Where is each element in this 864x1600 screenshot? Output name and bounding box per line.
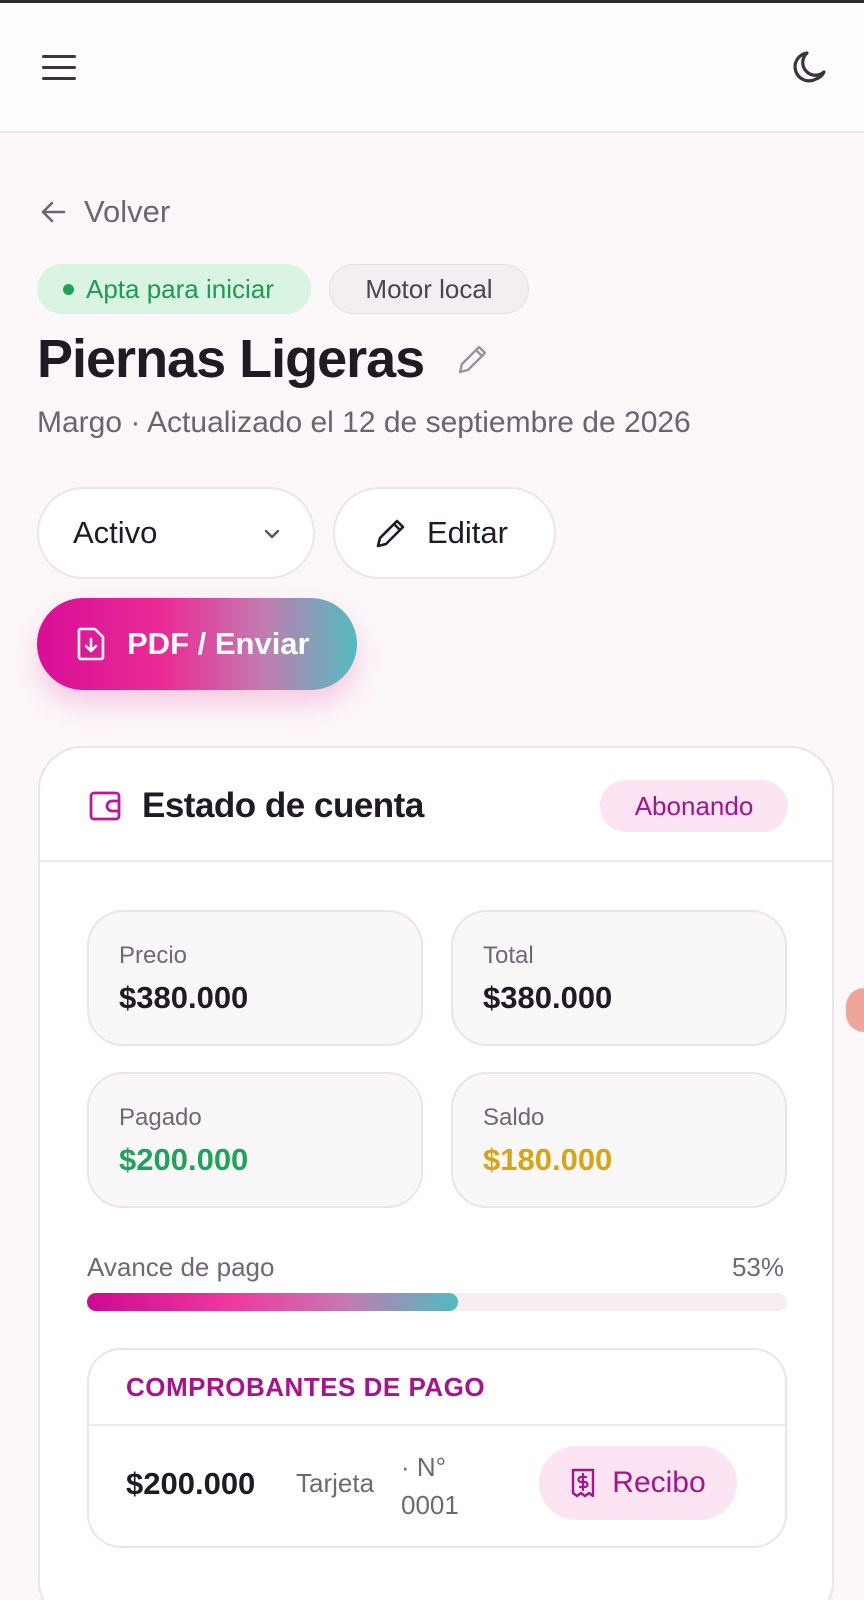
status-chip: Apta para iniciar (37, 264, 311, 314)
engine-chip-label: Motor local (365, 273, 493, 304)
payment-progress-bar (87, 1293, 787, 1311)
wallet-icon (89, 791, 121, 821)
receipts-header: COMPROBANTES DE PAGO (89, 1350, 785, 1426)
card-header: Estado de cuenta Abonando (40, 748, 832, 862)
top-bar (0, 3, 864, 133)
pdf-send-button[interactable]: PDF / Enviar (37, 598, 357, 690)
receipt-icon (572, 1468, 595, 1498)
scroll-handle[interactable] (846, 988, 864, 1032)
payment-progress-fill (87, 1293, 458, 1311)
edit-button-label: Editar (427, 515, 508, 550)
receipt-button[interactable]: Recibo (539, 1446, 737, 1520)
receipt-number: · N° 0001 (401, 1452, 459, 1520)
file-download-icon (77, 627, 105, 661)
stat-label: Precio (119, 942, 188, 969)
engine-chip: Motor local (329, 264, 529, 314)
back-label: Volver (84, 194, 171, 229)
status-dot (63, 283, 74, 295)
edit-button[interactable]: Editar (333, 487, 556, 579)
back-link[interactable]: Volver (38, 192, 170, 232)
account-status-card: Estado de cuenta Abonando Precio $380.00… (38, 746, 834, 1600)
stat-label: Total (483, 942, 534, 969)
stat-price: Precio $380.000 (87, 910, 423, 1046)
stat-value: $380.000 (119, 980, 249, 1015)
hamburger-menu-icon[interactable] (40, 49, 80, 85)
stat-label: Pagado (119, 1104, 202, 1131)
stat-value: $380.000 (483, 980, 613, 1015)
moon-icon[interactable] (786, 47, 830, 91)
progress-label: Avance de pago (87, 1252, 275, 1282)
chevron-down-icon (264, 529, 280, 539)
progress-percent: 53% (731, 1252, 784, 1282)
receipt-method: Tarjeta (296, 1468, 375, 1498)
edit-title-pencil-icon[interactable] (452, 340, 492, 380)
stat-balance: Saldo $180.000 (451, 1072, 787, 1208)
stat-label: Saldo (483, 1104, 545, 1131)
card-title: Estado de cuenta (142, 786, 424, 825)
receipt-amount: $200.000 (126, 1466, 256, 1501)
receipt-button-label: Recibo (612, 1466, 706, 1499)
stat-value: $200.000 (119, 1142, 249, 1177)
receipts-title: COMPROBANTES DE PAGO (126, 1372, 486, 1402)
arrow-left-icon (41, 201, 66, 223)
stat-total: Total $380.000 (451, 910, 787, 1046)
pdf-send-label: PDF / Enviar (127, 626, 310, 661)
pencil-icon (376, 519, 405, 548)
receipts-section: COMPROBANTES DE PAGO $200.000 Tarjeta · … (87, 1348, 787, 1548)
stat-paid: Pagado $200.000 (87, 1072, 423, 1208)
status-select-value: Activo (73, 515, 158, 550)
status-select[interactable]: Activo (37, 487, 315, 579)
stat-value: $180.000 (483, 1142, 613, 1177)
page-title: Piernas Ligeras (37, 329, 425, 389)
status-chip-label: Apta para iniciar (86, 273, 274, 304)
status-badge: Abonando (600, 780, 788, 832)
page-subtitle: Margo · Actualizado el 12 de septiembre … (37, 406, 691, 439)
